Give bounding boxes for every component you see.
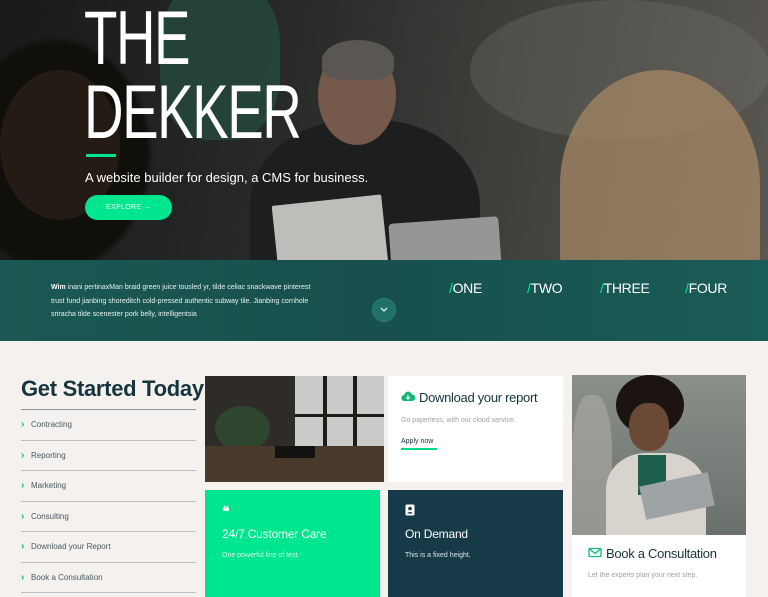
chevron-down-icon [380, 306, 388, 315]
consult-card-title: Book a Consultation [588, 546, 717, 561]
user-badge-icon [405, 504, 415, 518]
chevron-right-icon: › [21, 419, 25, 431]
chevron-right-icon: › [21, 541, 25, 553]
sidebar-item-label: Marketing [31, 481, 67, 491]
photo-plant [215, 406, 270, 451]
demand-card-desc: This is a fixed height. [405, 552, 471, 559]
download-report-card: Download your report Go paperless, with … [388, 376, 563, 482]
sidebar-item-label: Reporting [31, 450, 66, 460]
chevron-right-icon: › [21, 510, 25, 522]
cloud-download-icon [401, 390, 419, 405]
photo-books [275, 446, 315, 458]
hero-title: THE DEKKER [84, 0, 302, 155]
tab-one[interactable]: /ONE [449, 280, 482, 296]
tab-label: THREE [603, 280, 650, 296]
hero-title-line2: DEKKER [84, 70, 302, 155]
report-card-desc: Go paperless, with our cloud service. [401, 417, 516, 424]
sidebar-nav: › Contracting › Reporting › Marketing › Cons… [21, 410, 196, 593]
sidebar-item-contracting[interactable]: › Contracting [21, 410, 196, 441]
photo-face [629, 403, 669, 451]
tab-three[interactable]: /THREE [600, 280, 650, 296]
demand-card-title: On Demand [405, 527, 468, 541]
care-card-desc: One powerful line of text. [222, 552, 300, 559]
sidebar-item-label: Book a Consultation [31, 572, 103, 582]
sidebar-title: Get Started Today [21, 376, 204, 401]
tab-two[interactable]: /TWO [527, 280, 563, 296]
report-card-title: Download your report [401, 390, 538, 405]
sidebar-item-label: Download your Report [31, 542, 111, 552]
sidebar-item-download-report[interactable]: › Download your Report [21, 532, 196, 563]
feature-band: Wim inani pertinaxMan braid green juice … [0, 260, 768, 341]
hero-subtitle: A website builder for design, a CMS for … [85, 170, 369, 185]
hero-title-line1: THE [84, 0, 191, 81]
consult-card-title-text: Book a Consultation [606, 546, 717, 561]
tab-label: FOUR [688, 280, 728, 296]
consultation-photo [572, 375, 746, 535]
tab-four[interactable]: /FOUR [685, 280, 727, 296]
band-tabs: /ONE /TWO /THREE /FOUR [0, 280, 768, 300]
chevron-right-icon: › [21, 449, 25, 461]
consult-card-desc: Let the experts plan your next step. [588, 572, 698, 579]
care-card-title: 24/7 Customer Care [222, 527, 327, 541]
explore-button[interactable]: EXPLORE → [85, 195, 172, 220]
sidebar-item-label: Consulting [31, 511, 69, 521]
sidebar-item-consulting[interactable]: › Consulting [21, 502, 196, 532]
sidebar-item-book-consultation[interactable]: › Book a Consultation [21, 563, 196, 593]
chevron-right-icon: › [21, 480, 25, 492]
customer-care-card[interactable]: ❝ 24/7 Customer Care One powerful line o… [205, 490, 380, 597]
sidebar-item-label: Contracting [31, 420, 72, 430]
quote-icon: ❝ [222, 503, 230, 519]
chevron-right-icon: › [21, 571, 25, 583]
tab-label: TWO [530, 280, 563, 296]
tab-label: ONE [452, 280, 483, 296]
report-card-title-text: Download your report [419, 390, 538, 405]
photo-window [295, 376, 384, 456]
hero-section: THE DEKKER A website builder for design,… [0, 0, 768, 260]
office-desk-photo [205, 376, 384, 482]
book-consultation-card: Book a Consultation Let the experts plan… [572, 535, 746, 597]
envelope-icon [588, 546, 606, 561]
apply-now-link[interactable]: Apply now [401, 438, 437, 450]
sidebar-item-reporting[interactable]: › Reporting [21, 441, 196, 471]
hero-accent-rule [86, 154, 116, 157]
on-demand-card[interactable]: On Demand This is a fixed height. [388, 490, 563, 597]
photo-window-bar [295, 414, 384, 417]
sidebar-item-marketing[interactable]: › Marketing [21, 471, 196, 502]
scroll-down-button[interactable] [372, 298, 396, 322]
